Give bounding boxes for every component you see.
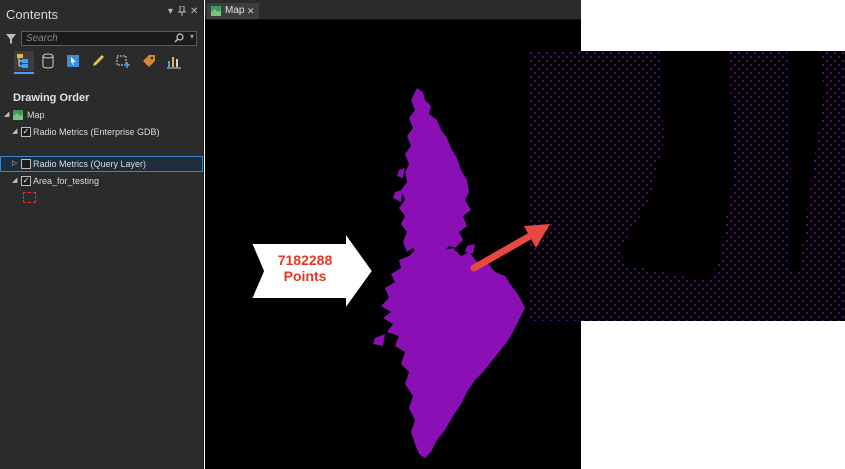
layer-label: Map bbox=[27, 110, 45, 120]
list-by-drawing-order-icon[interactable] bbox=[14, 51, 34, 71]
close-icon[interactable]: ✕ bbox=[190, 6, 198, 17]
contents-pane: Contents ▾ ✕ Search ▾ Drawing Order ◢ Ma… bbox=[0, 0, 204, 469]
tab-label: Map bbox=[225, 5, 245, 16]
tab-map[interactable]: Map ✕ bbox=[207, 3, 259, 19]
map-icon bbox=[13, 110, 23, 120]
point-cloud-fragment bbox=[373, 334, 385, 346]
tree-row-radio-metrics-enterprise-gdb[interactable]: ◢ ✓ Radio Metrics (Enterprise GDB) bbox=[0, 124, 203, 140]
list-by-selection-icon[interactable] bbox=[63, 51, 83, 71]
tree-row-map[interactable]: ◢ Map bbox=[0, 107, 203, 123]
point-count-unit: Points bbox=[283, 268, 327, 284]
layer-label: Area_for_testing bbox=[33, 176, 100, 186]
tree-row-radio-metrics-query-layer[interactable]: ▷ Radio Metrics (Query Layer) bbox=[0, 156, 203, 172]
layer-visibility-checkbox[interactable]: ✓ bbox=[21, 176, 31, 186]
polygon-symbol-swatch[interactable] bbox=[23, 192, 36, 203]
filter-icon[interactable] bbox=[5, 33, 17, 45]
list-by-charts-icon[interactable] bbox=[164, 51, 184, 71]
expanded-triangle-icon[interactable]: ◢ bbox=[12, 124, 17, 140]
point-count-callout-text: 7182288 Points bbox=[262, 252, 348, 284]
list-by-snapping-icon[interactable] bbox=[113, 51, 133, 71]
chevron-down-icon[interactable]: ▾ bbox=[190, 32, 194, 41]
view-tab-strip: Map ✕ bbox=[205, 0, 581, 20]
point-cloud-fragment bbox=[393, 190, 403, 202]
collapsed-triangle-icon[interactable]: ▷ bbox=[12, 156, 17, 172]
zoomed-points-inset bbox=[529, 51, 845, 321]
list-by-data-source-icon[interactable] bbox=[38, 51, 58, 71]
expanded-triangle-icon[interactable]: ◢ bbox=[4, 107, 9, 123]
pane-title: Contents bbox=[6, 7, 59, 22]
layer-visibility-checkbox[interactable]: ✓ bbox=[21, 127, 31, 137]
zoom-pointer-arrow bbox=[470, 224, 550, 272]
drawing-order-heading: Drawing Order bbox=[13, 92, 90, 104]
list-by-labeling-icon[interactable] bbox=[139, 51, 159, 71]
map-icon bbox=[211, 6, 221, 16]
close-icon[interactable]: ✕ bbox=[247, 3, 255, 19]
layer-label: Radio Metrics (Enterprise GDB) bbox=[33, 127, 160, 137]
point-cloud-fragment bbox=[397, 168, 405, 178]
search-input[interactable]: Search ▾ bbox=[21, 31, 197, 46]
pin-icon[interactable] bbox=[178, 5, 186, 19]
point-count-value: 7182288 bbox=[277, 252, 333, 268]
tree-row-area-for-testing[interactable]: ◢ ✓ Area_for_testing bbox=[0, 173, 203, 189]
layer-visibility-checkbox[interactable] bbox=[21, 159, 31, 169]
list-by-editing-icon[interactable] bbox=[88, 51, 108, 71]
pane-options-icon[interactable]: ▾ bbox=[168, 6, 173, 17]
point-cloud-north bbox=[399, 88, 471, 256]
layer-label: Radio Metrics (Query Layer) bbox=[33, 159, 147, 169]
search-icon[interactable] bbox=[174, 33, 184, 43]
expanded-triangle-icon[interactable]: ◢ bbox=[12, 173, 17, 189]
tool-selection-indicator bbox=[14, 72, 34, 74]
search-placeholder: Search bbox=[26, 33, 58, 44]
